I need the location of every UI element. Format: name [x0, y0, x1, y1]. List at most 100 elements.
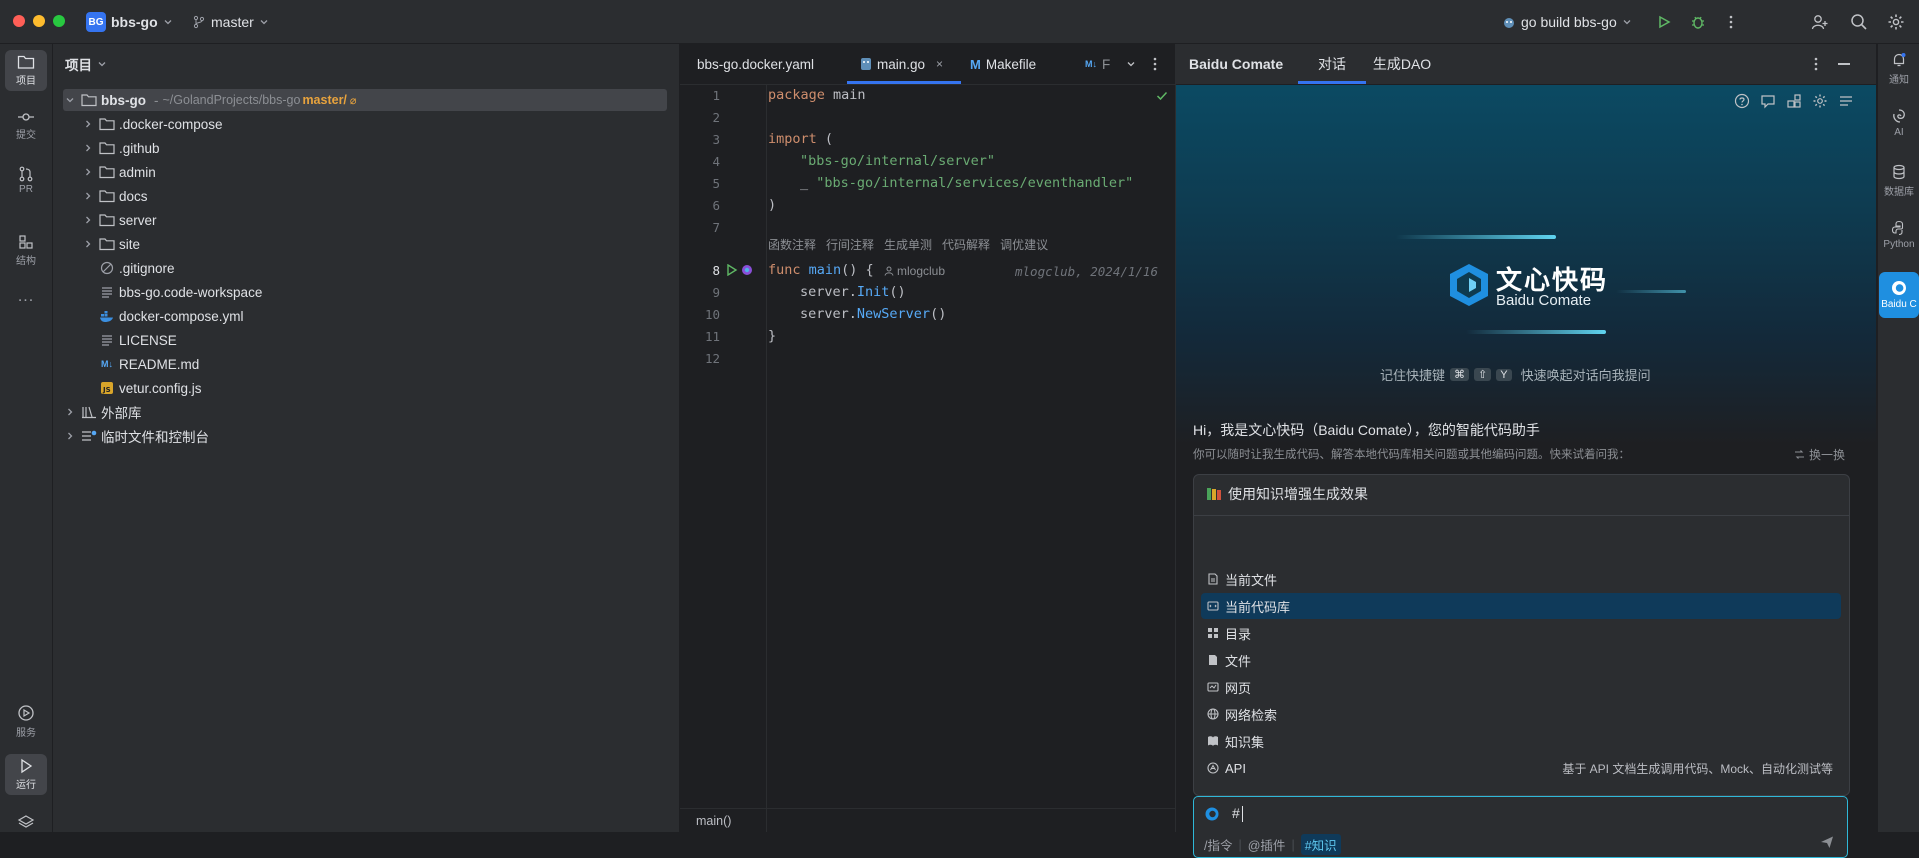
- close-tab-icon[interactable]: ×: [936, 57, 943, 71]
- tree-item-scratches[interactable]: 临时文件和控制台: [63, 425, 667, 447]
- tool-services[interactable]: 服务: [5, 700, 47, 743]
- tree-item-docker-compose-folder[interactable]: .docker-compose: [63, 113, 667, 135]
- tree-item-external-libraries[interactable]: 外部库: [63, 401, 667, 423]
- code-line-5[interactable]: _ "bbs-go/internal/services/eventhandler…: [800, 175, 1133, 191]
- chevron-right-icon[interactable]: [81, 165, 95, 179]
- command-button[interactable]: /指令: [1204, 835, 1232, 854]
- tool-commit[interactable]: 提交: [5, 106, 47, 145]
- plugins-icon[interactable]: [1786, 93, 1802, 109]
- tab-more-options-icon[interactable]: [1153, 44, 1157, 84]
- code-line-6[interactable]: ): [768, 197, 776, 213]
- comate-gutter-icon[interactable]: [741, 264, 753, 276]
- plugin-button[interactable]: @插件: [1248, 835, 1286, 854]
- breadcrumb-function[interactable]: main(): [696, 814, 731, 828]
- search-icon[interactable]: [1848, 11, 1870, 33]
- code-line-3[interactable]: import (: [768, 131, 833, 147]
- tree-item-admin-folder[interactable]: admin: [63, 161, 667, 183]
- tree-item-license[interactable]: LICENSE: [63, 329, 667, 351]
- code-lens-inline-comment[interactable]: 行间注释: [826, 236, 874, 253]
- code-lens-function-comment[interactable]: 函数注释: [768, 236, 816, 253]
- tab-docker-yaml[interactable]: bbs-go.docker.yaml: [697, 44, 814, 84]
- no-problems-check-icon[interactable]: [1156, 90, 1168, 102]
- menu-item-knowledge-set[interactable]: 知识集: [1201, 728, 1841, 754]
- minimize-panel-icon[interactable]: [1838, 63, 1850, 65]
- debug-icon[interactable]: [1687, 11, 1709, 33]
- tab-list-dropdown[interactable]: [1126, 44, 1136, 84]
- chevron-right-icon[interactable]: [81, 213, 95, 227]
- menu-item-current-codebase[interactable]: 当前代码库: [1201, 593, 1841, 619]
- tab-chat[interactable]: 对话: [1306, 44, 1358, 84]
- tab-generate-dao[interactable]: 生成DAO: [1357, 44, 1447, 84]
- tree-item-docs-folder[interactable]: docs: [63, 185, 667, 207]
- chevron-right-icon[interactable]: [63, 429, 77, 443]
- tool-layers[interactable]: [5, 810, 47, 834]
- menu-item-file[interactable]: 文件: [1201, 647, 1841, 673]
- tool-run[interactable]: 运行: [5, 754, 47, 795]
- chat-input-box[interactable]: # /指令 | @插件 | #知识: [1193, 796, 1848, 858]
- run-icon[interactable]: [1653, 11, 1675, 33]
- more-options-icon[interactable]: [1720, 11, 1742, 33]
- chevron-down-icon[interactable]: [63, 93, 77, 107]
- menu-item-current-file[interactable]: 当前文件: [1201, 566, 1841, 592]
- maximize-window-button[interactable]: [53, 15, 65, 27]
- code-lens-optimization-suggestion[interactable]: 调优建议: [1000, 236, 1048, 253]
- close-window-button[interactable]: [13, 15, 25, 27]
- tree-item-code-workspace[interactable]: bbs-go.code-workspace: [63, 281, 667, 303]
- code-line-8[interactable]: func main() {: [768, 262, 874, 278]
- menu-item-web-search[interactable]: 网络检索: [1201, 701, 1841, 727]
- tab-main-go[interactable]: main.go ×: [860, 44, 943, 84]
- tab-readme-overflow[interactable]: M↓ F: [1085, 44, 1110, 84]
- branch-switcher[interactable]: master: [192, 10, 269, 34]
- add-user-icon[interactable]: [1809, 11, 1831, 33]
- run-gutter-icon[interactable]: [726, 264, 738, 276]
- refresh-suggestions-button[interactable]: 换一换: [1794, 446, 1845, 463]
- send-icon[interactable]: [1820, 835, 1834, 849]
- tree-item-github-folder[interactable]: .github: [63, 137, 667, 159]
- tool-ai-assistant[interactable]: AI: [1879, 108, 1919, 138]
- chat-history-icon[interactable]: [1760, 93, 1776, 109]
- run-configuration-selector[interactable]: go build bbs-go: [1502, 10, 1632, 34]
- author-inlay[interactable]: mlogclub: [884, 264, 945, 278]
- chevron-right-icon[interactable]: [63, 405, 77, 419]
- chevron-right-icon[interactable]: [81, 237, 95, 251]
- chevron-right-icon[interactable]: [81, 189, 95, 203]
- code-line-4[interactable]: "bbs-go/internal/server": [800, 153, 995, 169]
- more-tools-button[interactable]: ...: [5, 284, 47, 310]
- tree-root-bbs-go[interactable]: bbs-go - ~/GolandProjects/bbs-go master/…: [63, 89, 667, 111]
- tree-item-docker-compose-yml[interactable]: docker-compose.yml: [63, 305, 667, 327]
- code-line-9[interactable]: server.Init(): [800, 284, 906, 300]
- code-line-10[interactable]: server.NewServer(): [800, 306, 946, 322]
- tree-item-server-folder[interactable]: server: [63, 209, 667, 231]
- tool-database[interactable]: 数据库: [1879, 164, 1919, 198]
- code-lens-generate-unit-test[interactable]: 生成单测: [884, 236, 932, 253]
- code-line-11[interactable]: }: [768, 328, 776, 344]
- tool-notifications[interactable]: 通知: [1879, 52, 1919, 86]
- list-icon[interactable]: [1838, 93, 1854, 109]
- tool-baidu-comate[interactable]: Baidu C: [1879, 272, 1919, 318]
- menu-item-webpage[interactable]: 网页: [1201, 674, 1841, 700]
- code-line-1[interactable]: package main: [768, 87, 866, 103]
- chat-input-field[interactable]: #: [1232, 805, 1240, 821]
- menu-item-directory[interactable]: 目录: [1201, 620, 1841, 646]
- tree-item-site-folder[interactable]: site: [63, 233, 667, 255]
- settings-gear-icon[interactable]: [1812, 93, 1828, 109]
- code-lens-explain-code[interactable]: 代码解释: [942, 236, 990, 253]
- tool-structure[interactable]: 结构: [5, 230, 47, 271]
- tree-item-gitignore[interactable]: .gitignore: [63, 257, 667, 279]
- settings-gear-icon[interactable]: [1885, 11, 1907, 33]
- tab-makefile[interactable]: M Makefile: [970, 44, 1036, 84]
- tool-pull-requests[interactable]: PR: [5, 162, 47, 199]
- tree-item-readme[interactable]: M↓ README.md: [63, 353, 667, 375]
- project-view-selector[interactable]: 项目: [65, 54, 107, 74]
- chevron-right-icon[interactable]: [81, 117, 95, 131]
- minimize-window-button[interactable]: [33, 15, 45, 27]
- help-icon[interactable]: [1734, 93, 1750, 109]
- knowledge-button[interactable]: #知识: [1300, 834, 1341, 855]
- panel-more-options-icon[interactable]: [1814, 57, 1818, 71]
- tool-project[interactable]: 项目: [5, 50, 47, 91]
- tool-python[interactable]: Python: [1879, 220, 1919, 250]
- project-switcher[interactable]: BG bbs-go: [86, 10, 173, 34]
- menu-item-api[interactable]: API 基于 API 文档生成调用代码、Mock、自动化测试等: [1201, 755, 1841, 781]
- chevron-right-icon[interactable]: [81, 141, 95, 155]
- tree-item-vetur-config[interactable]: JS vetur.config.js: [63, 377, 667, 399]
